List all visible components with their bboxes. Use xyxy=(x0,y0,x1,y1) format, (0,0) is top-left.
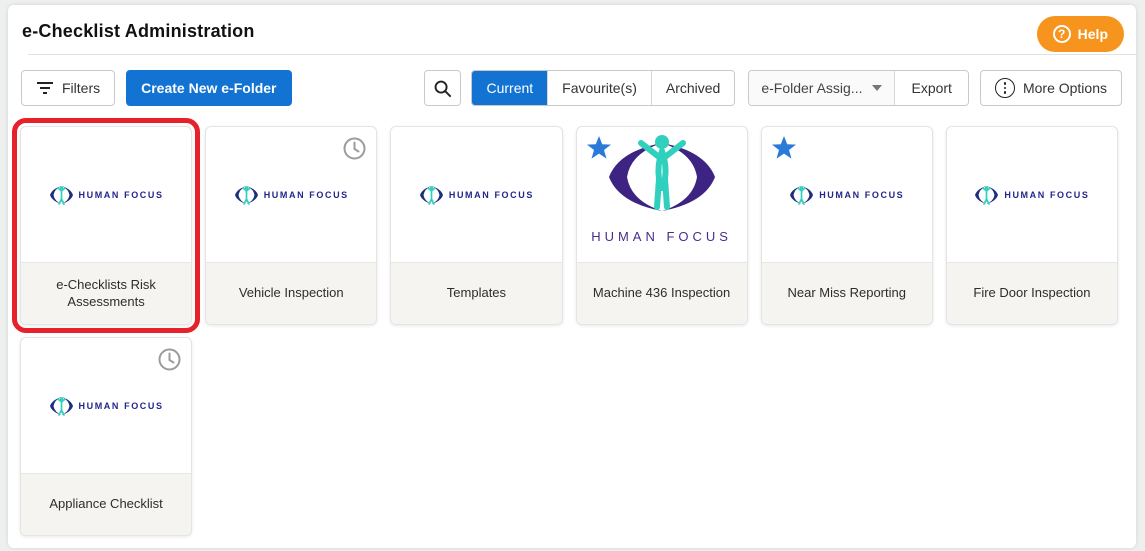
card-image-area: HUMAN FOCUS xyxy=(947,127,1117,262)
card-image-area: HUMAN FOCUS xyxy=(577,127,747,262)
card-label: Fire Door Inspection xyxy=(947,262,1117,324)
favourite-star-icon xyxy=(586,135,612,160)
human-focus-eye-icon xyxy=(419,184,444,206)
filters-button[interactable]: Filters xyxy=(21,70,115,106)
brand-text: HUMAN FOCUS xyxy=(1004,190,1089,200)
question-circle-icon: ? xyxy=(1053,25,1071,43)
efolder-card[interactable]: HUMAN FOCUS Machine 436 Inspection xyxy=(576,126,748,325)
efolder-card[interactable]: HUMAN FOCUS Vehicle Inspection xyxy=(205,126,377,325)
card-image-area: HUMAN FOCUS xyxy=(762,127,932,262)
card-label-text: Near Miss Reporting xyxy=(787,285,906,302)
card-label-text: e-Checklists Risk Assessments xyxy=(31,277,181,311)
more-options-button[interactable]: More Options xyxy=(980,70,1122,106)
page-title: e-Checklist Administration xyxy=(22,21,1118,42)
help-button-label: Help xyxy=(1078,26,1108,42)
efolder-card[interactable]: HUMAN FOCUS Fire Door Inspection xyxy=(946,126,1118,325)
card-image-area: HUMAN FOCUS xyxy=(391,127,561,262)
brand-text: HUMAN FOCUS xyxy=(79,190,164,200)
card-image-area: HUMAN FOCUS xyxy=(21,127,191,262)
assign-export-group: e-Folder Assig... Export xyxy=(748,70,969,106)
brand-text: HUMAN FOCUS xyxy=(449,190,534,200)
card-label-text: Vehicle Inspection xyxy=(239,285,344,302)
efolder-assignment-dropdown[interactable]: e-Folder Assig... xyxy=(749,71,895,105)
main-panel: e-Checklist Administration ? Help Filter… xyxy=(8,5,1136,548)
efolder-card-grid: HUMAN FOCUS e-Checklists Risk Assessment… xyxy=(8,120,1136,546)
human-focus-logo: HUMAN FOCUS xyxy=(49,184,164,206)
filter-icon xyxy=(36,81,54,95)
brand-text: HUMAN FOCUS xyxy=(264,190,349,200)
export-button-label: Export xyxy=(911,80,951,96)
card-label: Templates xyxy=(391,262,561,324)
efolder-card[interactable]: HUMAN FOCUS e-Checklists Risk Assessment… xyxy=(20,126,192,325)
efolder-card[interactable]: HUMAN FOCUS Appliance Checklist xyxy=(20,337,192,536)
efolder-card[interactable]: HUMAN FOCUS Templates xyxy=(390,126,562,325)
human-focus-eye-icon xyxy=(49,184,74,206)
card-label: e-Checklists Risk Assessments xyxy=(21,262,191,324)
human-focus-logo-large: HUMAN FOCUS xyxy=(591,131,732,244)
human-focus-logo: HUMAN FOCUS xyxy=(49,395,164,417)
toolbar: Filters Create New e-Folder CurrentFavou… xyxy=(8,55,1136,120)
create-new-efolder-button[interactable]: Create New e-Folder xyxy=(126,70,291,106)
tab-archived[interactable]: Archived xyxy=(651,71,734,105)
card-image-area: HUMAN FOCUS xyxy=(206,127,376,262)
ellipsis-circle-icon xyxy=(995,78,1015,98)
card-label: Near Miss Reporting xyxy=(762,262,932,324)
tab-favourites[interactable]: Favourite(s) xyxy=(547,71,651,105)
efolder-assignment-dropdown-label: e-Folder Assig... xyxy=(761,80,862,96)
search-icon xyxy=(433,79,452,98)
card-label-text: Templates xyxy=(447,285,506,302)
human-focus-eye-icon xyxy=(49,395,74,417)
card-label: Machine 436 Inspection xyxy=(577,262,747,324)
human-focus-logo: HUMAN FOCUS xyxy=(974,184,1089,206)
brand-text: HUMAN FOCUS xyxy=(591,229,732,244)
card-label-text: Machine 436 Inspection xyxy=(593,285,730,302)
tab-current[interactable]: Current xyxy=(472,71,547,105)
card-label: Appliance Checklist xyxy=(21,473,191,535)
pending-clock-icon xyxy=(158,348,181,371)
filters-button-label: Filters xyxy=(62,80,100,96)
human-focus-eye-icon xyxy=(601,131,723,223)
human-focus-eye-icon xyxy=(789,184,814,206)
human-focus-eye-icon xyxy=(974,184,999,206)
efolder-card[interactable]: HUMAN FOCUS Near Miss Reporting xyxy=(761,126,933,325)
help-button[interactable]: ? Help xyxy=(1037,16,1124,52)
chevron-down-icon xyxy=(872,85,882,91)
export-button[interactable]: Export xyxy=(895,71,967,105)
pending-clock-icon xyxy=(343,137,366,160)
create-new-efolder-label: Create New e-Folder xyxy=(141,80,276,96)
human-focus-logo: HUMAN FOCUS xyxy=(789,184,904,206)
search-button[interactable] xyxy=(424,70,461,106)
card-label: Vehicle Inspection xyxy=(206,262,376,324)
view-tabs: CurrentFavourite(s)Archived xyxy=(471,70,735,106)
card-label-text: Appliance Checklist xyxy=(49,496,162,513)
page-header: e-Checklist Administration ? Help xyxy=(8,5,1136,54)
card-label-text: Fire Door Inspection xyxy=(973,285,1090,302)
favourite-star-icon xyxy=(771,135,797,160)
human-focus-logo: HUMAN FOCUS xyxy=(419,184,534,206)
more-options-label: More Options xyxy=(1023,80,1107,96)
human-focus-logo: HUMAN FOCUS xyxy=(234,184,349,206)
human-focus-eye-icon xyxy=(234,184,259,206)
card-image-area: HUMAN FOCUS xyxy=(21,338,191,473)
brand-text: HUMAN FOCUS xyxy=(819,190,904,200)
brand-text: HUMAN FOCUS xyxy=(79,401,164,411)
